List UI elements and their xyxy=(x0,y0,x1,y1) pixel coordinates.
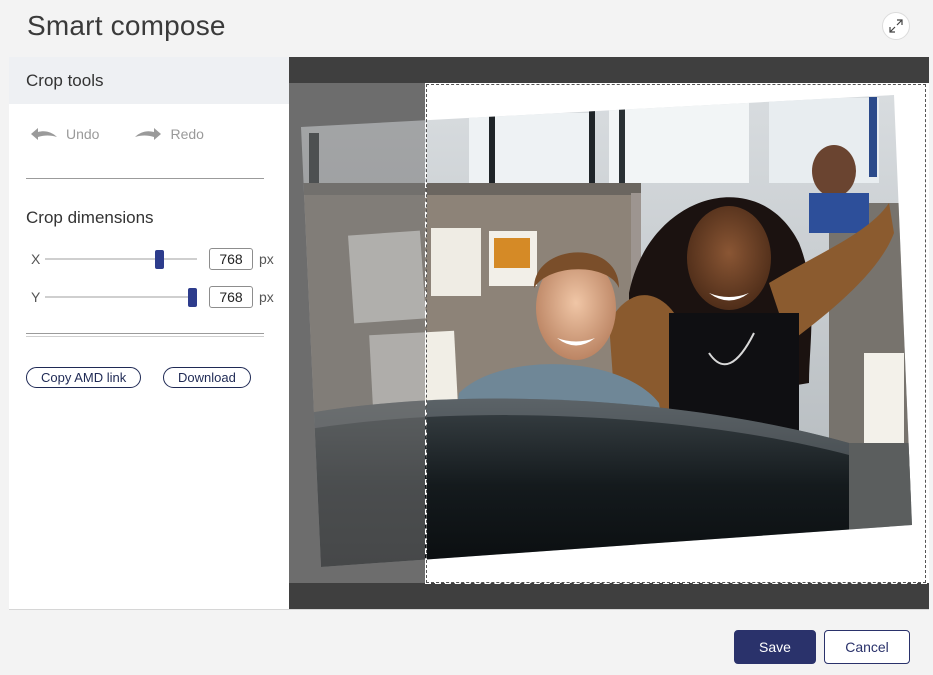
y-axis-label: Y xyxy=(31,289,41,305)
redo-label: Redo xyxy=(170,126,204,142)
y-dimension-row: Y 768 px xyxy=(31,286,274,308)
crop-dimensions-title: Crop dimensions xyxy=(26,208,154,227)
copy-amd-link-button[interactable]: Copy AMD link xyxy=(26,367,142,388)
x-slider-thumb[interactable] xyxy=(155,250,164,269)
crop-outside-overlay xyxy=(289,83,425,583)
undo-label: Undo xyxy=(66,126,100,142)
y-slider-thumb[interactable] xyxy=(188,288,197,307)
divider xyxy=(26,336,264,337)
cancel-button[interactable]: Cancel xyxy=(824,630,910,664)
x-value-input[interactable]: 768 xyxy=(209,248,253,270)
x-slider[interactable] xyxy=(45,250,197,269)
x-unit: px xyxy=(259,251,274,267)
history-controls: Undo Redo xyxy=(30,126,239,142)
image-canvas xyxy=(289,57,929,609)
page-title: Smart compose xyxy=(27,10,226,41)
redo-button[interactable]: Redo xyxy=(134,126,204,142)
footer: Save Cancel xyxy=(0,610,933,675)
download-button[interactable]: Download xyxy=(163,367,251,388)
redo-icon xyxy=(135,128,162,140)
divider xyxy=(26,178,264,179)
undo-button[interactable]: Undo xyxy=(30,126,99,142)
crop-tools-title: Crop tools xyxy=(9,57,289,104)
x-dimension-row: X 768 px xyxy=(31,248,274,270)
y-slider[interactable] xyxy=(45,288,197,307)
header: Smart compose xyxy=(0,0,933,57)
crop-tools-panel: Crop tools Undo Redo Crop dimensions X 7… xyxy=(9,57,289,609)
divider xyxy=(26,333,264,334)
y-value-input[interactable]: 768 xyxy=(209,286,253,308)
save-button[interactable]: Save xyxy=(734,630,816,664)
expand-icon xyxy=(889,19,903,33)
y-unit: px xyxy=(259,289,274,305)
crop-selection-box[interactable] xyxy=(425,83,927,584)
x-axis-label: X xyxy=(31,251,41,267)
undo-icon xyxy=(31,128,57,140)
expand-button[interactable] xyxy=(882,12,910,40)
